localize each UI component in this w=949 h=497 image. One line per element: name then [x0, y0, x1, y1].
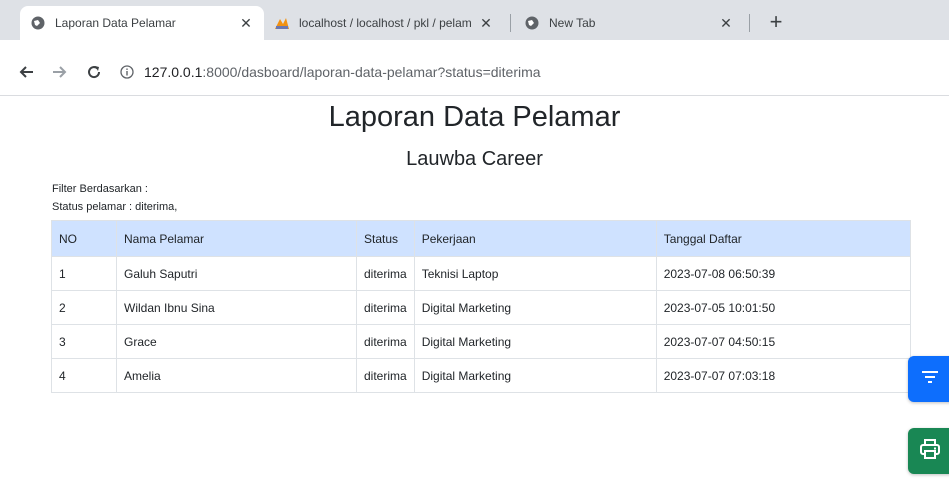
cell-tanggal: 2023-07-05 10:01:50 — [655, 290, 912, 325]
close-tab-icon[interactable]: ✕ — [478, 15, 494, 31]
cell-tanggal: 2023-07-07 07:03:18 — [655, 358, 912, 393]
tab-title: Laporan Data Pelamar — [55, 16, 176, 30]
cell-status: diterima — [356, 290, 415, 325]
cell-tanggal: 2023-07-08 06:50:39 — [655, 256, 912, 291]
header-nama-pelamar: Nama Pelamar — [116, 220, 357, 257]
globe-icon — [30, 15, 46, 31]
cell-status: diterima — [356, 358, 415, 393]
tab-phpmyadmin[interactable]: localhost / localhost / pkl / pelam ✕ — [264, 6, 504, 40]
cell-no: 1 — [51, 256, 117, 291]
url-host: 127.0.0.1 — [144, 64, 203, 80]
table-row: 3 Grace diterima Digital Marketing 2023-… — [51, 324, 912, 359]
tab-separator — [510, 14, 511, 32]
close-tab-icon[interactable]: ✕ — [238, 15, 254, 31]
forward-arrow-icon[interactable] — [50, 62, 70, 82]
browser-toolbar: 127.0.0.1:8000/dasboard/laporan-data-pel… — [0, 40, 949, 96]
table-header-row: NO Nama Pelamar Status Pekerjaan Tanggal… — [51, 220, 912, 257]
table-row: 1 Galuh Saputri diterima Teknisi Laptop … — [51, 256, 912, 291]
cell-pekerjaan: Digital Marketing — [413, 290, 657, 325]
filter-icon — [921, 370, 939, 389]
tab-title: localhost / localhost / pkl / pelam — [299, 16, 472, 30]
filter-label: Filter Berdasarkan : — [52, 183, 148, 195]
print-button[interactable] — [908, 428, 949, 474]
tab-laporan-data-pelamar[interactable]: Laporan Data Pelamar ✕ — [20, 6, 264, 40]
filter-status: Status pelamar : diterima, — [52, 201, 178, 213]
printer-icon — [919, 438, 941, 465]
globe-icon — [524, 15, 540, 31]
tab-new-tab[interactable]: New Tab ✕ — [514, 6, 744, 40]
header-tanggal-daftar: Tanggal Daftar — [655, 220, 912, 257]
info-icon[interactable] — [118, 63, 136, 81]
applicant-table: NO Nama Pelamar Status Pekerjaan Tanggal… — [51, 220, 912, 393]
header-status: Status — [356, 220, 415, 257]
tab-separator — [749, 14, 750, 32]
cell-nama: Wildan Ibnu Sina — [116, 290, 357, 325]
close-tab-icon[interactable]: ✕ — [718, 15, 734, 31]
url-path: :8000/dasboard/laporan-data-pelamar?stat… — [202, 64, 541, 80]
cell-status: diterima — [356, 256, 415, 291]
cell-pekerjaan: Digital Marketing — [413, 358, 657, 393]
back-arrow-icon[interactable] — [16, 62, 36, 82]
tab-title: New Tab — [549, 16, 596, 30]
phpmyadmin-icon — [274, 15, 290, 31]
new-tab-plus-icon[interactable]: + — [764, 9, 788, 34]
cell-nama: Galuh Saputri — [116, 256, 357, 291]
cell-pekerjaan: Digital Marketing — [413, 324, 657, 359]
cell-nama: Amelia — [116, 358, 357, 393]
cell-nama: Grace — [116, 324, 357, 359]
filter-button[interactable] — [908, 356, 949, 402]
cell-no: 2 — [51, 290, 117, 325]
page-subtitle: Lauwba Career — [406, 148, 543, 170]
cell-no: 4 — [51, 358, 117, 393]
address-bar[interactable]: 127.0.0.1:8000/dasboard/laporan-data-pel… — [118, 58, 938, 86]
table-row: 4 Amelia diterima Digital Marketing 2023… — [51, 358, 912, 393]
cell-status: diterima — [356, 324, 415, 359]
cell-tanggal: 2023-07-07 04:50:15 — [655, 324, 912, 359]
table-row: 2 Wildan Ibnu Sina diterima Digital Mark… — [51, 290, 912, 325]
header-no: NO — [51, 220, 117, 257]
reload-icon[interactable] — [84, 62, 104, 82]
header-pekerjaan: Pekerjaan — [413, 220, 657, 257]
cell-no: 3 — [51, 324, 117, 359]
page-title: Laporan Data Pelamar — [328, 101, 621, 133]
browser-tab-strip: Laporan Data Pelamar ✕ localhost / local… — [0, 0, 949, 40]
cell-pekerjaan: Teknisi Laptop — [413, 256, 657, 291]
